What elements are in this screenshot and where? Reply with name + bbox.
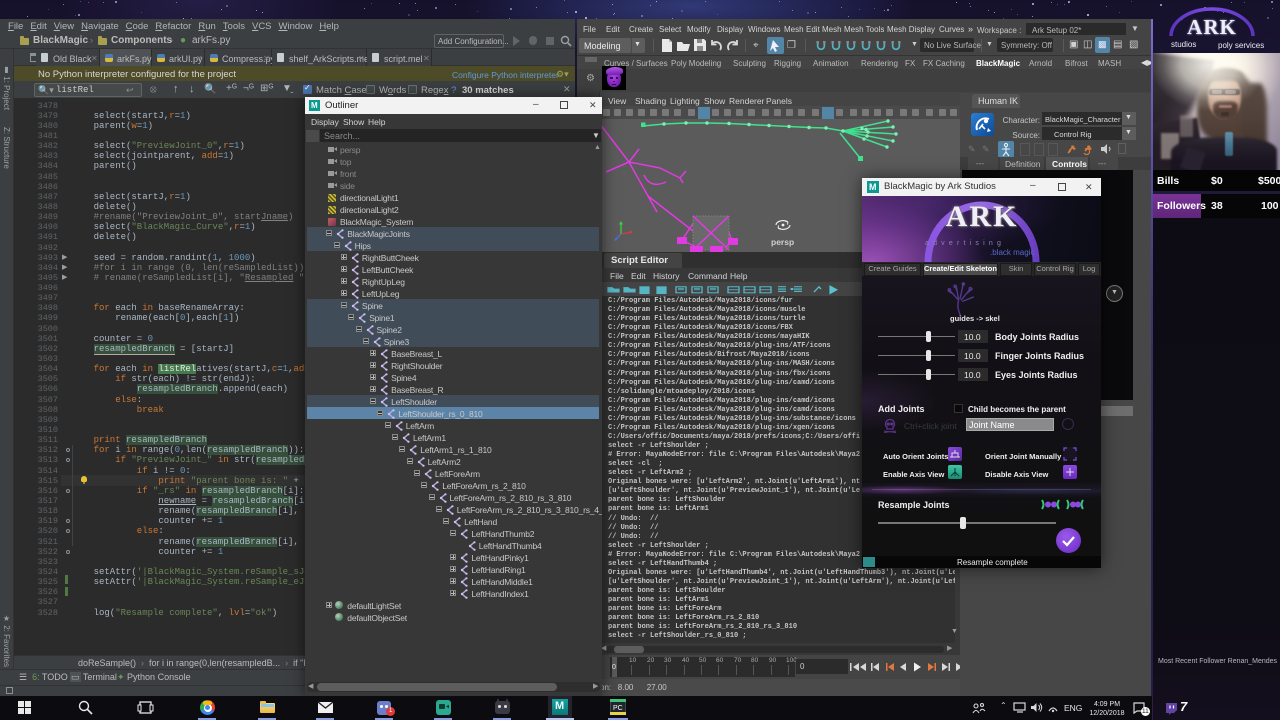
svg-text:PC: PC [613, 705, 623, 712]
